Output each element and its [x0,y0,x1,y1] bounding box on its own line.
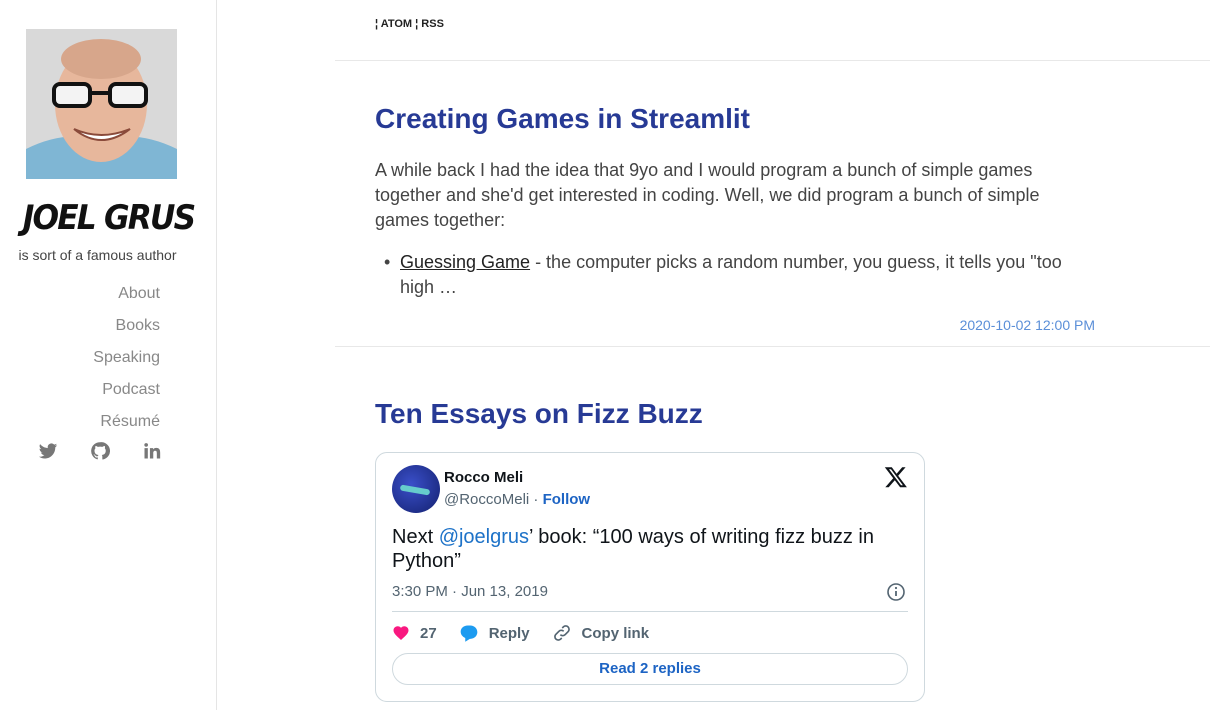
reply-button[interactable]: Reply [459,623,530,643]
link-icon [553,625,570,641]
info-icon[interactable] [886,582,906,602]
like-button[interactable]: 27 [392,624,437,642]
divider [335,60,1210,61]
heart-icon [393,626,409,641]
post-title-streamlit[interactable]: Creating Games in Streamlit [375,103,750,135]
nav-books[interactable]: Books [116,317,160,334]
author-photo [26,29,177,179]
nav-podcast[interactable]: Podcast [102,381,160,398]
nav-about[interactable]: About [118,285,160,302]
read-replies-button[interactable]: Read 2 replies [392,653,908,685]
tweet-separator: · [529,491,543,508]
sidebar-nav: About Books Speaking Podcast Résumé [93,284,160,444]
twitter-icon[interactable] [38,441,58,463]
post-excerpt: A while back I had the idea that 9yo and… [375,160,1040,230]
tweet-text-start: Next [392,526,439,548]
tweet-text: Next @joelgrus’ book: “100 ways of writi… [392,525,912,573]
tagline: is sort of a famous author [18,247,177,263]
tweet-timestamp[interactable]: 3:30 PM · Jun 13, 2019 [392,583,548,600]
site-title[interactable]: JOEL GRUS [9,198,209,238]
tweet-author-name[interactable]: Rocco Meli [444,469,523,486]
speech-bubble-icon [460,625,478,642]
post-title-fizzbuzz[interactable]: Ten Essays on Fizz Buzz [375,398,703,430]
sidebar: JOEL GRUS is sort of a famous author Abo… [0,0,217,710]
post-date[interactable]: 2020-10-02 12:00 PM [960,317,1095,333]
bullet-dot: • [384,252,391,272]
nav-resume[interactable]: Résumé [100,413,160,430]
embedded-tweet: Rocco Meli @RoccoMeli · Follow Next @joe… [375,452,925,702]
copy-link-label: Copy link [581,624,650,642]
github-icon[interactable] [90,441,110,463]
tweet-handle-text[interactable]: @RoccoMeli [444,491,529,508]
tweet-author-handle: @RoccoMeli · Follow [444,491,590,508]
tweet-mention-link[interactable]: @joelgrus [439,526,529,548]
reply-label: Reply [488,624,530,642]
feed-links[interactable]: ¦ ATOM ¦ RSS [375,18,444,30]
guessing-game-link[interactable]: Guessing Game [400,252,530,272]
follow-button[interactable]: Follow [543,491,591,508]
like-count: 27 [420,624,437,642]
tweet-divider [392,611,908,612]
social-links [38,441,162,463]
tweet-avatar[interactable] [392,465,440,513]
tweet-actions: 27 Reply Copy link [392,623,671,643]
list-item: • Guessing Game - the computer picks a ra… [384,250,1080,300]
x-logo-icon[interactable] [884,465,908,489]
divider [335,346,1210,347]
nav-speaking[interactable]: Speaking [93,349,160,366]
linkedin-icon[interactable] [142,441,162,463]
copy-link-button[interactable]: Copy link [552,623,650,643]
